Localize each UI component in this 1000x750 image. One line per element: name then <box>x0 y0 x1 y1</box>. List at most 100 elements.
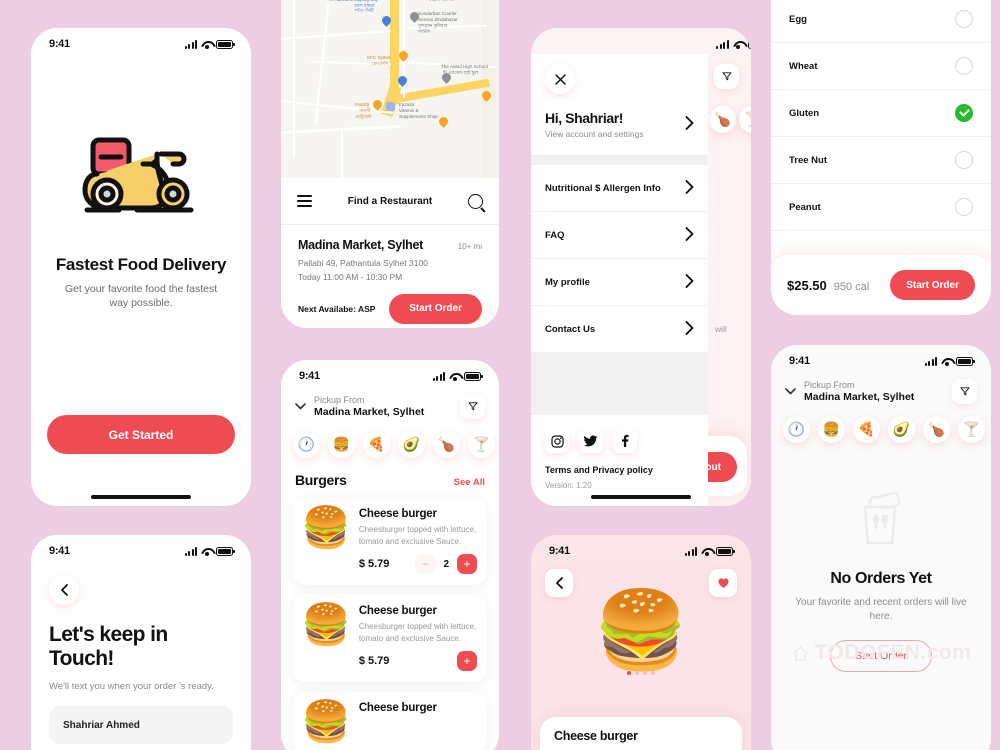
order-summary-bar: $25.50 950 cal Start Order <box>771 255 991 315</box>
social-links[interactable] <box>531 415 708 453</box>
search-icon[interactable] <box>468 193 483 209</box>
map-label: Sundarban Courier <box>418 11 457 16</box>
full-name-field[interactable]: Shahriar Ahmed <box>49 706 233 745</box>
category-recent[interactable]: 🕐 <box>293 431 320 458</box>
start-order-button[interactable]: Start Order <box>890 270 975 300</box>
filter-button[interactable] <box>460 394 485 419</box>
status-bar: 9:41 <box>531 535 751 561</box>
behind-text-fragment: will <box>715 324 727 334</box>
drawer-item-1[interactable]: FAQ <box>531 212 708 259</box>
back-chevron-icon <box>61 584 68 596</box>
map-view[interactable]: adiumAl Hamra Shopping Cityআল হামরাশপিং … <box>281 0 499 178</box>
restaurant-name: Madina Market, Sylhet <box>298 238 423 252</box>
carousel-dot-2[interactable] <box>643 671 647 675</box>
allergen-row-0[interactable]: Egg <box>771 0 991 43</box>
wifi-icon <box>449 372 460 381</box>
drawer-item-3[interactable]: Contact Us <box>531 306 708 353</box>
back-button[interactable] <box>545 569 573 597</box>
version-label: Version: 1.20 <box>545 481 592 490</box>
restaurant-distance: 10+ mi <box>457 242 482 251</box>
chevron-down-icon[interactable] <box>295 401 306 413</box>
pickup-selector[interactable]: Pickup From Madina Market, Sylhet <box>281 386 499 419</box>
burger-thumbnail: 🍔 <box>301 506 351 550</box>
greeting-title: Hi, Shahriar! <box>545 110 624 126</box>
filter-button-behind[interactable] <box>714 64 739 89</box>
favorite-button[interactable] <box>709 569 737 597</box>
pickup-label: Pickup From <box>804 380 855 390</box>
category-drinks[interactable]: 🍸 <box>958 416 985 443</box>
page-title: Let's keep in Touch! <box>49 623 168 670</box>
twitter-icon[interactable] <box>579 429 603 453</box>
map-label: রেস্টুরেন্ট <box>355 114 372 119</box>
allergen-row-1[interactable]: Wheat <box>771 43 991 90</box>
menu-item-card[interactable]: 🍔 Cheese burger Cheesburger topped with le… <box>293 595 487 683</box>
add-item-button[interactable]: + <box>457 651 477 672</box>
allergen-radio[interactable] <box>955 10 973 28</box>
category-healthy[interactable]: 🥑 <box>888 416 915 443</box>
map-label: Supplements Shop <box>399 114 438 119</box>
drawer-item-2[interactable]: My profile <box>531 259 708 306</box>
wifi-icon <box>201 547 212 556</box>
menu-item-card[interactable]: 🍔 Cheese burger <box>293 692 487 750</box>
carousel-dot-0[interactable] <box>627 671 631 675</box>
allergen-checked-icon[interactable] <box>955 104 973 122</box>
add-item-button[interactable]: + <box>457 554 477 575</box>
close-button[interactable] <box>545 64 575 94</box>
category-pizza[interactable]: 🍕 <box>853 416 880 443</box>
start-order-button[interactable]: Start Order <box>389 293 482 324</box>
allergen-row-2[interactable]: Gluten <box>771 90 991 137</box>
drawer-item-label: My profile <box>545 276 590 288</box>
takeout-bag-icon <box>851 489 911 552</box>
status-bar: 9:41 <box>31 28 251 54</box>
category-strip[interactable]: 🕐 🍔 🍕 🥑 🍗 🍸 <box>281 419 499 458</box>
start-order-button[interactable]: Start Order <box>830 640 932 672</box>
screens-collage: 9:41 Fastest Food Delivery Get your favo… <box>0 0 1000 750</box>
see-all-link[interactable]: See All <box>454 477 485 488</box>
battery-icon <box>747 39 751 49</box>
allergen-label: Wheat <box>789 60 818 72</box>
instagram-icon[interactable] <box>545 429 569 453</box>
allergen-row-3[interactable]: Tree Nut <box>771 137 991 184</box>
back-button[interactable] <box>49 575 79 605</box>
filter-button[interactable] <box>952 379 977 404</box>
category-healthy[interactable]: 🥑 <box>398 431 425 458</box>
facebook-icon[interactable] <box>613 429 637 453</box>
menu-item-card[interactable]: 🍔 Cheese burger Cheesburger topped with le… <box>293 498 487 586</box>
allergen-radio[interactable] <box>955 57 973 75</box>
category-recent[interactable]: 🕐 <box>783 416 810 443</box>
category-drinks[interactable]: 🍸 <box>468 431 495 458</box>
allergen-row-4[interactable]: Peanut <box>771 184 991 231</box>
category-drinks-behind[interactable]: 🍸 <box>739 106 751 133</box>
decrease-quantity-button[interactable]: – <box>415 554 436 575</box>
hamburger-menu-icon[interactable] <box>297 195 312 207</box>
allergen-label: Tree Nut <box>789 154 828 166</box>
header-title: Find a Restaurant <box>347 195 433 207</box>
carousel-dot-3[interactable] <box>651 671 655 675</box>
category-strip[interactable]: 🕐 🍔 🍕 🥑 🍗 🍸 <box>771 404 991 443</box>
allergen-radio[interactable] <box>955 198 973 216</box>
category-pizza[interactable]: 🍕 <box>363 431 390 458</box>
signal-icon <box>684 546 697 556</box>
quantity-value: 2 <box>443 558 449 570</box>
status-icons <box>684 546 735 556</box>
category-burger[interactable]: 🍔 <box>328 431 355 458</box>
pickup-selector[interactable]: Pickup From Madina Market, Sylhet <box>771 371 991 404</box>
carousel-dot-1[interactable] <box>635 671 639 675</box>
chevron-down-icon[interactable] <box>785 386 796 398</box>
account-row[interactable]: Hi, Shahriar! View account and settings <box>531 94 708 156</box>
get-started-button[interactable]: Get Started <box>47 415 235 454</box>
allergen-radio[interactable] <box>955 151 973 169</box>
terms-link[interactable]: Terms and Privacy policy <box>531 453 708 475</box>
drawer-item-0[interactable]: Nutritional $ Allergen Info <box>531 165 708 212</box>
map-label: Fazaza <box>399 102 415 107</box>
item-name: Cheese burger <box>358 702 437 715</box>
category-chicken[interactable]: 🍗 <box>433 431 460 458</box>
signal-icon <box>184 39 197 49</box>
category-chicken-behind[interactable]: 🍗 <box>709 106 736 133</box>
restaurant-card: Madina Market, Sylhet 10+ mi Pallabi 49,… <box>281 225 499 324</box>
category-burger[interactable]: 🍔 <box>818 416 845 443</box>
map-label: দি এয়ডেড হাই স্কুল <box>443 70 479 75</box>
chevron-right-icon <box>685 273 694 291</box>
back-chevron-icon <box>556 577 563 589</box>
category-chicken[interactable]: 🍗 <box>923 416 950 443</box>
